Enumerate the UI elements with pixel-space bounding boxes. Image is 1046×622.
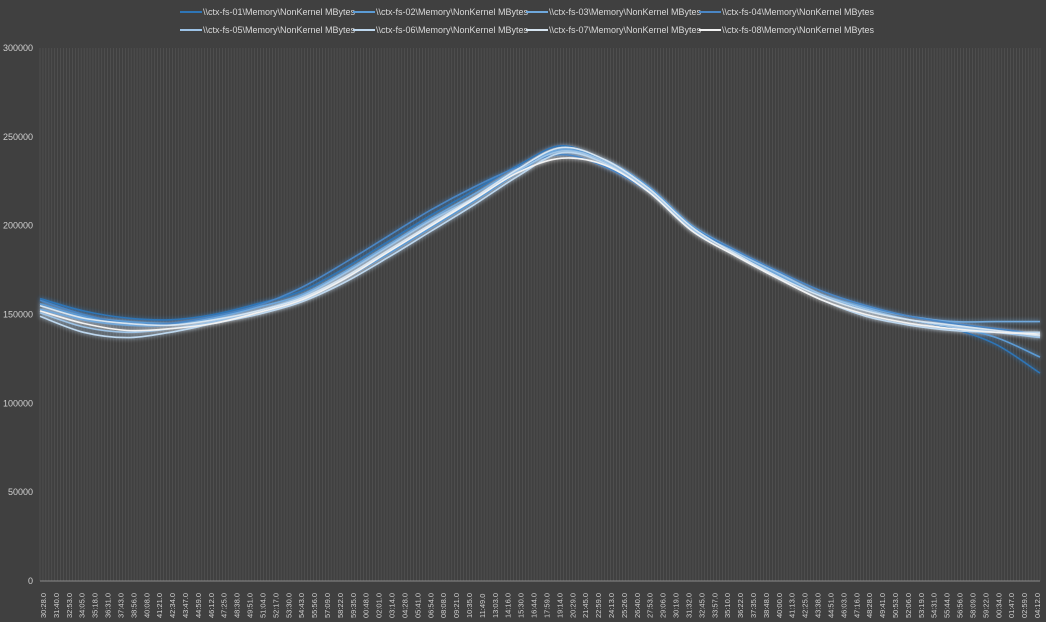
- x-tick-label: 15:30.0: [517, 593, 526, 618]
- x-tick-label: 43:47.0: [181, 593, 190, 618]
- x-tick-label: 44:59.0: [194, 593, 203, 618]
- x-tick-label: 51:04.0: [258, 593, 267, 618]
- y-tick-label: 50000: [8, 487, 33, 497]
- legend-label: \\ctx-fs-07\Memory\NonKernel MBytes: [549, 25, 702, 35]
- x-tick-label: 40:08.0: [142, 593, 151, 618]
- x-tick-label: 32:45.0: [697, 593, 706, 618]
- x-tick-label: 59:22.0: [981, 593, 990, 618]
- x-tick-label: 21:45.0: [581, 593, 590, 618]
- legend-label: \\ctx-fs-06\Memory\NonKernel MBytes: [376, 25, 529, 35]
- x-tick-label: 52:17.0: [271, 593, 280, 618]
- y-tick-label: 150000: [3, 310, 33, 320]
- x-tick-label: 38:48.0: [762, 593, 771, 618]
- x-tick-label: 03:14.0: [388, 593, 397, 618]
- x-tick-label: 57:09.0: [323, 593, 332, 618]
- x-tick-label: 52:06.0: [904, 593, 913, 618]
- x-tick-label: 34:05.0: [78, 593, 87, 618]
- x-tick-label: 16:44.0: [530, 593, 539, 618]
- y-tick-label: 100000: [3, 398, 33, 408]
- x-tick-label: 31:32.0: [684, 593, 693, 618]
- x-tick-label: 35:10.0: [723, 593, 732, 618]
- x-tick-label: 06:54.0: [426, 593, 435, 618]
- x-tick-label: 04:12.0: [1033, 593, 1042, 618]
- x-tick-label: 36:31.0: [104, 593, 113, 618]
- x-tick-label: 08:08.0: [439, 593, 448, 618]
- x-tick-label: 01:47.0: [1007, 593, 1016, 618]
- x-tick-label: 54:31.0: [930, 593, 939, 618]
- x-tick-label: 27:53.0: [646, 593, 655, 618]
- x-tick-label: 47:25.0: [220, 593, 229, 618]
- x-tick-label: 24:13.0: [607, 593, 616, 618]
- x-tick-label: 41:21.0: [155, 593, 164, 618]
- x-tick-label: 00:48.0: [362, 593, 371, 618]
- x-tick-label: 42:25.0: [801, 593, 810, 618]
- x-tick-label: 47:16.0: [852, 593, 861, 618]
- x-tick-label: 56:56.0: [956, 593, 965, 618]
- x-tick-label: 48:38.0: [233, 593, 242, 618]
- x-tick-label: 55:56.0: [310, 593, 319, 618]
- x-tick-label: 25:26.0: [620, 593, 629, 618]
- x-tick-label: 26:40.0: [633, 593, 642, 618]
- x-tick-label: 14:16.0: [504, 593, 513, 618]
- x-tick-label: 02:01.0: [375, 593, 384, 618]
- x-tick-label: 59:35.0: [349, 593, 358, 618]
- legend-label: \\ctx-fs-02\Memory\NonKernel MBytes: [376, 7, 529, 17]
- x-tick-label: 13:03.0: [491, 593, 500, 618]
- x-tick-label: 53:30.0: [284, 593, 293, 618]
- x-tick-label: 35:18.0: [91, 593, 100, 618]
- x-tick-label: 04:28.0: [400, 593, 409, 618]
- x-tick-label: 55:44.0: [943, 593, 952, 618]
- line-chart: 0 50000 100000 150000 200000 250000 300000 30:…: [0, 0, 1046, 622]
- legend-label: \\ctx-fs-01\Memory\NonKernel MBytes: [203, 7, 356, 17]
- x-tick-label: 50:53.0: [891, 593, 900, 618]
- x-tick-label: 37:43.0: [116, 593, 125, 618]
- y-tick-label: 250000: [3, 132, 33, 142]
- x-tick-label: 10:35.0: [465, 593, 474, 618]
- x-tick-label: 48:28.0: [865, 593, 874, 618]
- x-tick-label: 30:19.0: [672, 593, 681, 618]
- x-tick-label: 43:38.0: [814, 593, 823, 618]
- x-tick-label: 19:14.0: [555, 593, 564, 618]
- x-tick-label: 54:43.0: [297, 593, 306, 618]
- x-tick-label: 58:09.0: [968, 593, 977, 618]
- x-tick-label: 30:28.0: [39, 593, 48, 618]
- x-tick-label: 29:06.0: [659, 593, 668, 618]
- x-tick-label: 44:51.0: [826, 593, 835, 618]
- x-tick-label: 41:13.0: [788, 593, 797, 618]
- x-tick-label: 32:53.0: [65, 593, 74, 618]
- legend-label: \\ctx-fs-04\Memory\NonKernel MBytes: [722, 7, 875, 17]
- x-tick-label: 31:40.0: [52, 593, 61, 618]
- x-tick-label: 36:22.0: [736, 593, 745, 618]
- x-tick-label: 00:34.0: [994, 593, 1003, 618]
- x-tick-label: 42:34.0: [168, 593, 177, 618]
- x-tick-label: 58:22.0: [336, 593, 345, 618]
- x-tick-label: 40:00.0: [775, 593, 784, 618]
- x-tick-label: 49:51.0: [246, 593, 255, 618]
- x-tick-label: 49:41.0: [878, 593, 887, 618]
- x-tick-label: 38:56.0: [129, 593, 138, 618]
- x-tick-label: 20:29.0: [568, 593, 577, 618]
- x-tick-label: 37:35.0: [749, 593, 758, 618]
- legend-label: \\ctx-fs-08\Memory\NonKernel MBytes: [722, 25, 875, 35]
- x-tick-label: 05:41.0: [413, 593, 422, 618]
- legend-label: \\ctx-fs-05\Memory\NonKernel MBytes: [203, 25, 356, 35]
- legend-label: \\ctx-fs-03\Memory\NonKernel MBytes: [549, 7, 702, 17]
- x-tick-label: 22:59.0: [594, 593, 603, 618]
- x-tick-label: 09:21.0: [452, 593, 461, 618]
- x-tick-label: 17:59.0: [542, 593, 551, 618]
- y-tick-label: 200000: [3, 221, 33, 231]
- x-tick-label: 11:49.0: [478, 594, 487, 618]
- x-tick-label: 46:03.0: [839, 593, 848, 618]
- y-tick-label: 0: [28, 576, 33, 586]
- y-tick-label: 300000: [3, 43, 33, 53]
- x-tick-label: 33:57.0: [710, 593, 719, 618]
- x-tick-label: 46:12.0: [207, 593, 216, 618]
- x-tick-label: 53:19.0: [917, 593, 926, 618]
- x-tick-label: 02:59.0: [1020, 593, 1029, 618]
